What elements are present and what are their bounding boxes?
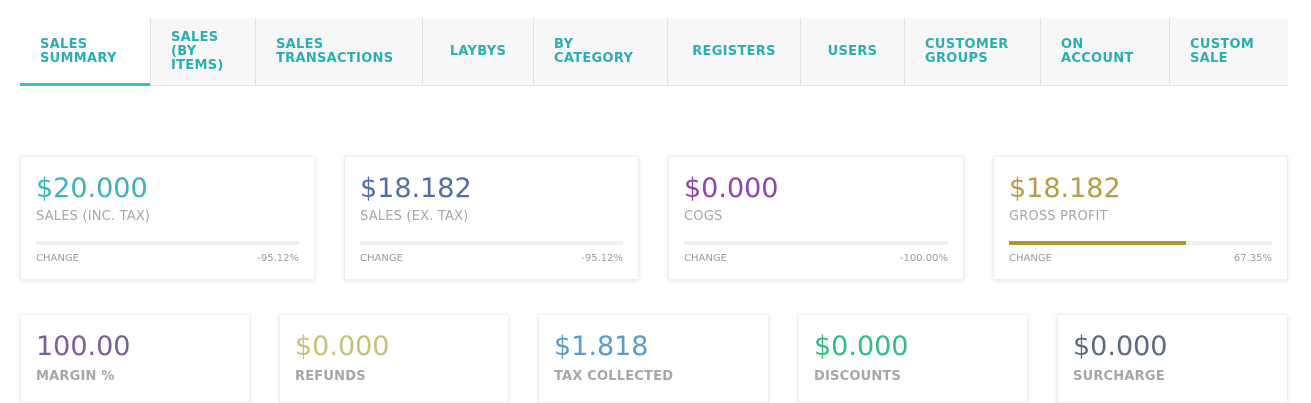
change-bar <box>684 241 948 245</box>
change-bar <box>360 241 623 245</box>
tab-label: BY CATEGORY <box>554 36 634 66</box>
card-sales-inc-tax: $20.000 SALES (INC. TAX) CHANGE -95.12% <box>20 156 315 280</box>
card-gross-profit: $18.182 GROSS PROFIT CHANGE 67.35% <box>993 156 1288 280</box>
card-margin: 100.00 MARGIN % <box>20 314 250 403</box>
change-value: 67.35% <box>1233 253 1272 264</box>
card-discounts: $0.000 DISCOUNTS <box>798 314 1028 403</box>
change-bar <box>36 241 299 245</box>
card-value: $0.000 <box>1073 331 1168 362</box>
tab-label: CUSTOMER GROUPS <box>925 36 1009 66</box>
tab-sales-transactions[interactable]: SALES TRANSACTIONS <box>256 18 423 85</box>
card-label: TAX COLLECTED <box>554 369 674 384</box>
card-label: SALES (EX. TAX) <box>360 209 469 224</box>
card-sales-ex-tax: $18.182 SALES (EX. TAX) CHANGE -95.12% <box>344 156 639 280</box>
card-label: COGS <box>684 209 723 224</box>
tab-label: REGISTERS <box>692 43 776 59</box>
tab-laybys[interactable]: LAYBYS <box>423 18 534 85</box>
change-value: -95.12% <box>257 253 299 264</box>
change-label: CHANGE <box>1009 253 1052 264</box>
card-surcharge: $0.000 SURCHARGE <box>1057 314 1288 403</box>
tab-sales-summary[interactable]: SALES SUMMARY <box>20 18 151 86</box>
card-label: GROSS PROFIT <box>1009 209 1108 224</box>
card-label: DISCOUNTS <box>814 369 902 384</box>
tab-custom-sale[interactable]: CUSTOM SALE <box>1170 18 1288 85</box>
card-label: SURCHARGE <box>1073 369 1165 384</box>
card-tax-collected: $1.818 TAX COLLECTED <box>538 314 769 403</box>
card-value: $18.182 <box>360 173 472 204</box>
report-tabs: SALES SUMMARY SALES (BY ITEMS) SALES TRA… <box>20 18 1288 86</box>
change-label: CHANGE <box>360 253 403 264</box>
card-label: SALES (INC. TAX) <box>36 209 151 224</box>
card-value: 100.00 <box>36 331 131 362</box>
card-value: $1.818 <box>554 331 649 362</box>
tab-label: ON ACCOUNT <box>1061 36 1134 66</box>
tab-registers[interactable]: REGISTERS <box>668 18 801 85</box>
change-bar-fill <box>1009 241 1187 245</box>
change-value: -100.00% <box>899 253 948 264</box>
card-refunds: $0.000 REFUNDS <box>279 314 509 403</box>
tab-by-category[interactable]: BY CATEGORY <box>534 18 668 85</box>
change-value: -95.12% <box>581 253 623 264</box>
tab-sales-by-items[interactable]: SALES (BY ITEMS) <box>151 18 256 85</box>
card-value: $0.000 <box>295 331 390 362</box>
change-bar <box>1009 241 1272 245</box>
change-label: CHANGE <box>36 253 79 264</box>
card-label: MARGIN % <box>36 369 115 384</box>
change-label: CHANGE <box>684 253 727 264</box>
tab-label: SALES (BY ITEMS) <box>171 29 224 73</box>
card-cogs: $0.000 COGS CHANGE -100.00% <box>668 156 964 280</box>
tab-customer-groups[interactable]: CUSTOMER GROUPS <box>905 18 1041 85</box>
tab-users[interactable]: USERS <box>801 18 905 85</box>
tab-label: LAYBYS <box>449 43 507 59</box>
tab-label: SALES SUMMARY <box>40 36 117 66</box>
tab-label: USERS <box>827 43 878 59</box>
card-value: $0.000 <box>684 173 779 204</box>
card-value: $0.000 <box>814 331 909 362</box>
card-label: REFUNDS <box>295 369 366 384</box>
tab-on-account[interactable]: ON ACCOUNT <box>1041 18 1170 85</box>
tab-label: SALES TRANSACTIONS <box>276 36 394 66</box>
tab-label: CUSTOM SALE <box>1190 36 1255 66</box>
card-value: $20.000 <box>36 173 148 204</box>
card-value: $18.182 <box>1009 173 1121 204</box>
